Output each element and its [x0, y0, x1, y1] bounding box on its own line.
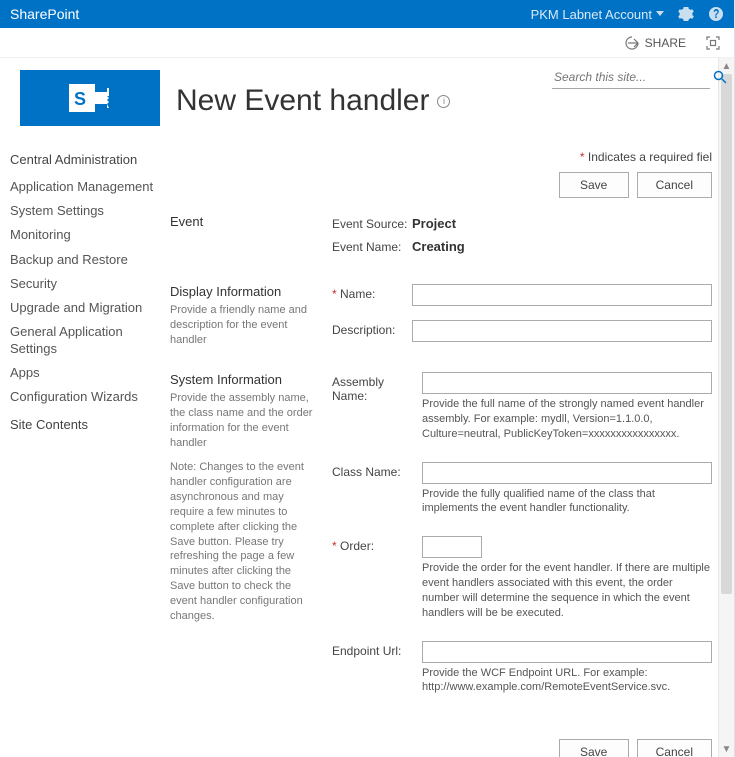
bottom-button-row: Save Cancel: [170, 739, 712, 757]
main-column: * Indicates a required fiel Save Cancel …: [170, 150, 734, 757]
save-button-bottom[interactable]: Save: [559, 739, 629, 757]
section-display-title: Display Information: [170, 284, 318, 299]
class-input[interactable]: [422, 462, 712, 484]
endpoint-help: Provide the WCF Endpoint URL. For exampl…: [422, 666, 712, 696]
section-event-title: Event: [170, 214, 318, 229]
nav-item-general-app-settings[interactable]: General Application Settings: [2, 320, 170, 361]
page-title: New Event handler: [176, 84, 429, 118]
gear-icon[interactable]: [678, 6, 694, 22]
assembly-label: Assembly Name:: [332, 372, 422, 403]
nav-item-application-management[interactable]: Application Management: [2, 175, 170, 199]
section-system-desc: Provide the assembly name, the class nam…: [170, 391, 318, 450]
nav-site-contents[interactable]: Site Contents: [2, 415, 170, 440]
share-label: SHARE: [645, 36, 686, 50]
ribbon-row: SHARE: [0, 28, 734, 58]
nav-item-upgrade-migration[interactable]: Upgrade and Migration: [2, 296, 170, 320]
search-box[interactable]: [552, 66, 710, 89]
share-icon: [625, 36, 639, 50]
section-system-note: Note: Changes to the event handler confi…: [170, 460, 318, 623]
share-button[interactable]: SHARE: [625, 36, 686, 50]
assembly-input[interactable]: [422, 372, 712, 394]
nav-item-security[interactable]: Security: [2, 272, 170, 296]
nav-root[interactable]: Central Administration: [2, 150, 170, 175]
top-button-row: Save Cancel: [170, 172, 712, 198]
content-area: S New Event handler i Central Administra…: [0, 58, 734, 757]
left-nav: Central Administration Application Manag…: [0, 150, 170, 757]
help-icon[interactable]: [708, 6, 724, 22]
focus-icon: [706, 36, 720, 50]
page-title-wrap: New Event handler i: [176, 84, 450, 118]
sharepoint-logo[interactable]: S: [20, 70, 160, 126]
account-menu[interactable]: PKM Labnet Account: [531, 7, 664, 22]
focus-button[interactable]: [706, 36, 720, 50]
nav-item-backup-restore[interactable]: Backup and Restore: [2, 248, 170, 272]
event-source-value: Project: [412, 214, 456, 231]
order-label: * Order:: [332, 536, 422, 553]
svg-text:S: S: [74, 89, 86, 109]
endpoint-label: Endpoint Url:: [332, 641, 422, 658]
info-icon[interactable]: i: [437, 95, 450, 108]
description-field-label: Description:: [332, 320, 412, 337]
event-name-value: Creating: [412, 237, 465, 254]
required-note: * Indicates a required fiel: [170, 150, 712, 164]
section-display-desc: Provide a friendly name and description …: [170, 303, 318, 348]
section-event: Event Event Source: Project Event Name: …: [170, 214, 712, 260]
class-help: Provide the fully qualified name of the …: [422, 487, 712, 517]
endpoint-input[interactable]: [422, 641, 712, 663]
body-grid: Central Administration Application Manag…: [0, 150, 734, 757]
assembly-help: Provide the full name of the strongly na…: [422, 397, 712, 442]
section-display: Display Information Provide a friendly n…: [170, 284, 712, 348]
chevron-down-icon: [656, 11, 664, 17]
header-zone: S New Event handler i: [0, 58, 734, 126]
nav-sub-list: Application Management System Settings M…: [2, 175, 170, 410]
save-button-top[interactable]: Save: [559, 172, 629, 198]
suite-right: PKM Labnet Account: [531, 6, 724, 22]
account-name: PKM Labnet Account: [531, 7, 652, 22]
cancel-button-top[interactable]: Cancel: [637, 172, 712, 198]
section-system-title: System Information: [170, 372, 318, 387]
required-star-icon: *: [580, 150, 585, 164]
search-icon[interactable]: [713, 70, 727, 84]
nav-item-system-settings[interactable]: System Settings: [2, 199, 170, 223]
nav-item-configuration-wizards[interactable]: Configuration Wizards: [2, 385, 170, 409]
class-label: Class Name:: [332, 462, 422, 479]
order-input[interactable]: [422, 536, 482, 558]
product-name: SharePoint: [10, 6, 79, 22]
nav-item-apps[interactable]: Apps: [2, 361, 170, 385]
nav-item-monitoring[interactable]: Monitoring: [2, 223, 170, 247]
cancel-button-bottom[interactable]: Cancel: [637, 739, 712, 757]
event-source-label: Event Source:: [332, 214, 412, 231]
section-system: System Information Provide the assembly …: [170, 372, 712, 715]
search-input[interactable]: [552, 66, 713, 88]
description-input[interactable]: [412, 320, 712, 342]
name-field-label: * Name:: [332, 284, 412, 301]
name-input[interactable]: [412, 284, 712, 306]
event-name-label: Event Name:: [332, 237, 412, 254]
order-help: Provide the order for the event handler.…: [422, 561, 712, 620]
suite-bar: SharePoint PKM Labnet Account: [0, 0, 734, 28]
